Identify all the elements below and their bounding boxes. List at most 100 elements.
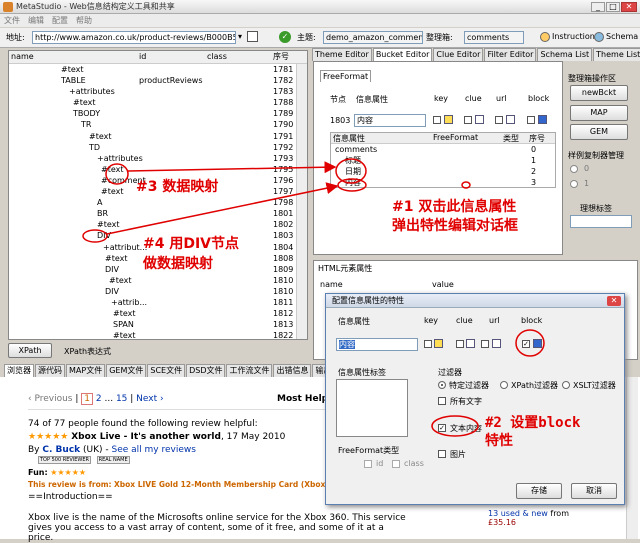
tree-node[interactable]: DIV 1810 — [9, 286, 307, 297]
table-row[interactable]: comments 0 — [331, 144, 555, 155]
tree-node[interactable]: #text 1781 — [9, 64, 307, 75]
tree-node[interactable]: +attributes 1793 — [9, 153, 307, 164]
tree-node[interactable]: TABLE productReviews 1782 — [9, 75, 307, 86]
all-text-checkbox[interactable] — [438, 397, 446, 405]
tree-node[interactable]: #text 1810 — [9, 275, 307, 286]
tree-node[interactable]: #text 1795 — [9, 164, 307, 175]
page-2[interactable]: 2 — [96, 394, 102, 404]
instruction-button[interactable]: Instruction — [552, 32, 595, 41]
tree-node[interactable]: #text 1788 — [9, 97, 307, 108]
dlg-clue-checkbox[interactable] — [456, 340, 464, 348]
tree-node[interactable]: TR 1790 — [9, 119, 307, 130]
block-checkbox[interactable] — [527, 116, 535, 124]
home-icon[interactable] — [506, 115, 515, 124]
dialog-close-button[interactable]: ✕ — [607, 296, 621, 306]
tab-map-file[interactable]: MAP文件 — [66, 364, 106, 377]
menu-file[interactable]: 文件 — [4, 14, 20, 27]
radio-1[interactable] — [570, 180, 578, 188]
cancel-button[interactable]: 取消 — [571, 483, 617, 499]
tab-workflow-file[interactable]: 工作流文件 — [226, 364, 273, 377]
dlg-home-icon[interactable] — [492, 339, 501, 348]
xpath-button[interactable]: XPath — [8, 343, 52, 358]
table-row[interactable]: 内容 3 — [331, 177, 555, 188]
dlg-block-icon[interactable] — [533, 339, 542, 348]
col-seq[interactable]: 序号 — [273, 51, 289, 63]
new-bucket-button[interactable]: newBckt — [570, 85, 628, 101]
used-new-link[interactable]: 13 used & new — [488, 509, 548, 518]
tree-node[interactable]: TBODY 1789 — [9, 108, 307, 119]
schema-button[interactable]: Schema — [606, 32, 638, 41]
ff-class-checkbox[interactable] — [392, 460, 400, 468]
dlg-url-checkbox[interactable] — [481, 340, 489, 348]
dlg-tag-list[interactable] — [336, 379, 408, 437]
tab-source[interactable]: 源代码 — [35, 364, 65, 377]
col-id[interactable]: id — [139, 51, 146, 63]
close-button[interactable]: ✕ — [621, 2, 637, 12]
save-button[interactable]: 存储 — [516, 483, 562, 499]
tree-node[interactable]: +attributes 1783 — [9, 86, 307, 97]
tab-schema-list[interactable]: Schema List — [537, 48, 593, 61]
table-row[interactable]: 日期 2 — [331, 166, 555, 177]
url-input[interactable]: http://www.amazon.co.uk/product-reviews/… — [32, 31, 236, 44]
tree-node[interactable]: #text 1802 — [9, 219, 307, 230]
col-class[interactable]: class — [207, 51, 227, 63]
tab-bucket-editor[interactable]: Bucket Editor — [372, 48, 433, 61]
dlg-key-icon[interactable] — [434, 339, 443, 348]
tree-node[interactable]: #text 1812 — [9, 308, 307, 319]
dropdown-icon[interactable]: ▾ — [238, 32, 242, 41]
author-link[interactable]: C. Buck — [42, 445, 80, 455]
topic-field[interactable]: demo_amazon_comments_en — [323, 31, 423, 44]
menu-config[interactable]: 配置 — [52, 14, 68, 27]
menu-help[interactable]: 帮助 — [76, 14, 92, 27]
key-icon[interactable] — [444, 115, 453, 124]
menu-edit[interactable]: 编辑 — [28, 14, 44, 27]
dlg-clue-icon[interactable] — [466, 339, 475, 348]
tree-node[interactable]: TD 1792 — [9, 142, 307, 153]
ff-id-checkbox[interactable] — [364, 460, 372, 468]
tag-input[interactable] — [570, 215, 632, 228]
tab-freeformat[interactable]: FreeFormat — [320, 70, 372, 82]
tab-browser[interactable]: 浏览器 — [4, 364, 34, 377]
tab-theme-editor[interactable]: Theme Editor — [312, 48, 372, 61]
sorter-field[interactable]: comments — [464, 31, 524, 44]
maximize-button[interactable]: □ — [606, 2, 620, 12]
gem-button[interactable]: GEM — [570, 124, 628, 140]
tree-node[interactable]: A 1798 — [9, 197, 307, 208]
tree-node[interactable]: SPAN 1813 — [9, 319, 307, 330]
tree-node[interactable]: #text 1822 — [9, 330, 307, 339]
dlg-info-input[interactable]: 内容 — [336, 338, 418, 351]
clue-checkbox[interactable] — [464, 116, 472, 124]
tab-filter-editor[interactable]: Filter Editor — [484, 48, 537, 61]
tree-node[interactable]: BR 1801 — [9, 208, 307, 219]
url-checkbox[interactable] — [495, 116, 503, 124]
clue-icon[interactable] — [475, 115, 484, 124]
key-checkbox[interactable] — [433, 116, 441, 124]
browser-scrollbar[interactable] — [626, 377, 638, 539]
page-1[interactable]: 1 — [81, 393, 93, 405]
block-icon[interactable] — [538, 115, 547, 124]
tab-sce-file[interactable]: SCE文件 — [147, 364, 186, 377]
col-name[interactable]: name — [11, 51, 34, 63]
tab-dsd-file[interactable]: DSD文件 — [186, 364, 226, 377]
tab-theme-list[interactable]: Theme List — [593, 48, 640, 61]
tree-scrollbar[interactable] — [296, 64, 307, 339]
go-icon[interactable] — [247, 31, 258, 42]
prev-link[interactable]: ‹ Previous — [28, 394, 73, 404]
check-icon[interactable]: ✓ — [279, 31, 291, 43]
image-checkbox[interactable] — [438, 450, 446, 458]
dlg-block-checkbox[interactable]: ✓ — [522, 340, 530, 348]
table-row[interactable]: 标题 1 — [331, 155, 555, 166]
minimize-button[interactable]: _ — [591, 2, 605, 12]
filter-radio-1[interactable] — [438, 381, 446, 389]
text-content-checkbox[interactable]: ✓ — [438, 424, 446, 432]
tree-node[interactable]: #text 1791 — [9, 131, 307, 142]
next-link[interactable]: Next › — [136, 394, 163, 404]
tab-gem-file[interactable]: GEM文件 — [106, 364, 147, 377]
tab-errors[interactable]: 出错信息 — [273, 364, 312, 377]
map-button[interactable]: MAP — [570, 105, 628, 121]
see-all-reviews-link[interactable]: See all my reviews — [112, 445, 196, 455]
dlg-key-checkbox[interactable] — [424, 340, 432, 348]
tab-clue-editor[interactable]: Clue Editor — [433, 48, 484, 61]
filter-radio-2[interactable] — [500, 381, 508, 389]
info-input[interactable]: 内容 — [354, 114, 426, 127]
